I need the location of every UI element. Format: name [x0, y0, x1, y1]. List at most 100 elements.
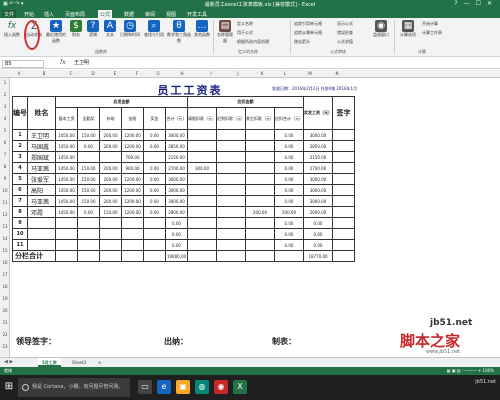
cell-income[interactable]: 150.00 — [77, 129, 100, 141]
row-header[interactable]: 5 — [1, 128, 9, 133]
taskbar-app-icon[interactable]: e — [157, 380, 171, 394]
cell-no[interactable]: 6 — [12, 184, 28, 196]
cell-income[interactable]: 1450.00 — [55, 173, 78, 185]
cell-deduct[interactable]: 200.00 — [245, 206, 275, 218]
cell-sign[interactable] — [332, 206, 355, 218]
cell-deduct[interactable] — [187, 140, 217, 152]
total-cell[interactable] — [245, 250, 275, 262]
cell-net[interactable]: 2150.00 — [303, 151, 333, 163]
cell-deduct[interactable] — [245, 140, 275, 152]
cell-income[interactable] — [77, 151, 100, 163]
cell-deduct[interactable] — [216, 206, 246, 218]
cell-name[interactable]: 马亚茜 — [27, 162, 56, 174]
cell-income[interactable]: 1450.00 — [55, 206, 78, 218]
more-functions-button[interactable]: … 其他函数 — [193, 20, 211, 38]
cell-income[interactable]: 150.00 — [99, 206, 122, 218]
cell-deduct[interactable]: 0.00 — [274, 151, 304, 163]
total-cell[interactable] — [121, 250, 144, 262]
cell-sign[interactable] — [332, 195, 355, 207]
cell-sign[interactable] — [332, 140, 355, 152]
header-income-col[interactable]: 全勤奖 — [77, 107, 100, 130]
cell-deduct[interactable] — [216, 195, 246, 207]
trace-dependents-button[interactable]: 追踪从属单元格 — [294, 30, 322, 36]
row-header[interactable]: 21 — [1, 320, 9, 325]
column-header[interactable]: L — [274, 71, 296, 76]
cell-no[interactable]: 9 — [12, 217, 28, 229]
create-from-selection-button[interactable]: 根据所选内容创建 — [237, 39, 269, 45]
cell-name[interactable]: 马国鑫 — [27, 140, 56, 152]
cell-income[interactable]: 200.00 — [99, 162, 122, 174]
column-header[interactable]: C — [60, 71, 82, 76]
sheet-tab-sheet3[interactable]: Sheet3 — [68, 358, 90, 367]
cell-net[interactable]: 0.00 — [303, 239, 333, 251]
cell-net[interactable]: 3000.00 — [303, 195, 333, 207]
total-cell[interactable] — [187, 250, 217, 262]
cell-no[interactable]: 5 — [12, 173, 28, 185]
header-sign[interactable]: 签字 — [332, 96, 355, 130]
cell-income[interactable] — [99, 217, 122, 229]
cell-name[interactable]: 郑国斌 — [27, 151, 56, 163]
row-header[interactable]: 14 — [1, 236, 9, 241]
cell-income[interactable]: 200.00 — [99, 140, 122, 152]
cell-no[interactable]: 10 — [12, 228, 28, 240]
cell-net[interactable]: 0.00 — [303, 217, 333, 229]
cell-income[interactable]: 200.00 — [99, 184, 122, 196]
text-button[interactable]: A 文本 — [103, 20, 117, 38]
cell-sign[interactable] — [332, 228, 355, 240]
total-cell[interactable] — [99, 250, 122, 262]
row-header[interactable]: 7 — [1, 152, 9, 157]
cell-sign[interactable] — [332, 129, 355, 141]
cell-deduct[interactable] — [216, 129, 246, 141]
cell-income[interactable]: 2850.00 — [165, 140, 188, 152]
cell-deduct[interactable] — [216, 239, 246, 251]
row-header[interactable]: 1 — [1, 80, 9, 85]
cell-income[interactable]: 1450.00 — [55, 151, 78, 163]
cell-income[interactable]: 0.00 — [77, 206, 100, 218]
table-row[interactable]: 7 马亚茜 1450.00 150.00 200.00 1200.00 0.00 3000.0… — [12, 195, 355, 207]
cell-income[interactable]: 150.00 — [77, 195, 100, 207]
add-sheet-icon[interactable]: ⊕ — [94, 358, 105, 367]
name-manager-button[interactable]: ▤ 名称管理器 — [216, 20, 234, 44]
cell-sign[interactable] — [332, 151, 355, 163]
cell-name[interactable]: 高阳 — [27, 184, 56, 196]
cell-income[interactable] — [99, 239, 122, 251]
cell-income[interactable]: 1450.00 — [55, 184, 78, 196]
row-header[interactable]: 3 — [1, 104, 9, 109]
cell-net[interactable]: 3000.00 — [303, 129, 333, 141]
trace-precedents-button[interactable]: 追踪引用单元格 — [294, 21, 322, 27]
cell-income[interactable] — [77, 217, 100, 229]
row-header[interactable]: 18 — [1, 284, 9, 289]
cell-income[interactable]: 1200.00 — [121, 129, 144, 141]
window-controls[interactable]: ?—☐✕ — [454, 0, 498, 7]
column-header[interactable]: K — [250, 71, 274, 76]
cell-income[interactable]: 1200.00 — [121, 140, 144, 152]
cell-income[interactable]: 200.00 — [99, 173, 122, 185]
column-header[interactable]: N — [324, 71, 350, 76]
cell-deduct[interactable] — [187, 206, 217, 218]
row-header[interactable]: 12 — [1, 212, 9, 217]
cell-income[interactable]: 2800.00 — [165, 206, 188, 218]
fx-icon[interactable]: fx — [60, 59, 66, 66]
taskbar-app-icon[interactable]: ▣ — [176, 380, 190, 394]
row-header[interactable]: 11 — [1, 200, 9, 205]
worksheet[interactable]: 员工工资表 发放日期：2016年2月2日 共发6笔 2016年1月 编号 姓名 应发… — [10, 78, 500, 357]
cell-deduct[interactable] — [187, 129, 217, 141]
cell-deduct[interactable] — [245, 173, 275, 185]
total-label[interactable]: 分栏合计 — [12, 250, 56, 262]
cell-deduct[interactable] — [245, 129, 275, 141]
cell-income[interactable]: 1200.00 — [121, 195, 144, 207]
header-income-col[interactable]: 奖金 — [143, 107, 166, 130]
cell-sign[interactable] — [332, 217, 355, 229]
cell-income[interactable]: 3000.00 — [165, 129, 188, 141]
column-header[interactable]: I — [196, 71, 226, 76]
cell-net[interactable]: 3000.00 — [303, 184, 333, 196]
table-row[interactable]: 3 郑国斌 1450.00 700.00 2150.00 0.00 2150.00 — [12, 151, 355, 163]
remove-arrows-button[interactable]: 移去箭头 — [294, 39, 310, 45]
header-net[interactable]: 实发工资（元） — [303, 96, 333, 130]
taskbar-app-icon[interactable]: ◍ — [195, 380, 209, 394]
cell-name[interactable]: 王卫明 — [27, 129, 56, 141]
row-header[interactable]: 19 — [1, 296, 9, 301]
cell-deduct[interactable]: 0.00 — [274, 184, 304, 196]
cell-income[interactable]: 2150.00 — [165, 151, 188, 163]
minimize-icon[interactable]: — — [464, 0, 476, 7]
